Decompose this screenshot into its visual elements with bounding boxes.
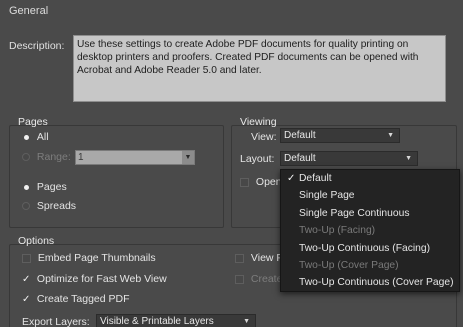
view-dropdown[interactable]: Default ▼ bbox=[280, 128, 400, 143]
radio-spreads-indicator bbox=[22, 202, 30, 211]
description-textarea[interactable]: Use these settings to create Adobe PDF d… bbox=[73, 35, 446, 102]
radio-all-label: All bbox=[36, 131, 49, 143]
view-pdf-checkbox[interactable]: View F bbox=[235, 252, 283, 264]
create-acrobat-box bbox=[235, 274, 244, 284]
radio-pages-indicator bbox=[23, 184, 29, 190]
menu-item-label: Single Page bbox=[299, 190, 355, 201]
open-checkbox-label: Open bbox=[255, 176, 282, 188]
radio-range-label: Range: bbox=[36, 151, 71, 163]
check-icon: ✓ bbox=[22, 294, 31, 305]
radio-pages-label: Pages bbox=[36, 181, 67, 193]
chevron-down-icon: ▼ bbox=[387, 132, 394, 139]
menu-item-two-up-continuous-cover-page[interactable]: Two-Up Continuous (Cover Page) bbox=[281, 274, 459, 292]
optimize-web-checkbox[interactable]: ✓ Optimize for Fast Web View bbox=[22, 273, 167, 285]
menu-item-label: Single Page Continuous bbox=[299, 207, 410, 219]
radio-all[interactable]: All bbox=[22, 131, 49, 143]
radio-range[interactable]: Range: bbox=[22, 151, 71, 163]
create-acrobat-label: Create bbox=[250, 273, 283, 285]
radio-range-indicator bbox=[22, 153, 30, 162]
menu-item-label: Two-Up (Cover Page) bbox=[299, 260, 399, 271]
export-layers-value: Visible & Printable Layers bbox=[100, 316, 214, 327]
menu-item-two-up-facing: Two-Up (Facing) bbox=[281, 222, 459, 240]
section-title-general: General bbox=[9, 5, 49, 17]
chevron-down-icon[interactable]: ▼ bbox=[182, 151, 194, 164]
check-icon: ✓ bbox=[287, 173, 296, 184]
create-tagged-checkbox[interactable]: ✓ Create Tagged PDF bbox=[22, 293, 130, 305]
embed-thumbnails-checkbox[interactable]: Embed Page Thumbnails bbox=[22, 252, 156, 264]
menu-item-two-up-continuous-facing[interactable]: Two-Up Continuous (Facing) bbox=[281, 240, 459, 258]
menu-item-single-page-continuous[interactable]: Single Page Continuous bbox=[281, 205, 459, 223]
radio-spreads-label: Spreads bbox=[36, 200, 77, 212]
radio-all-indicator bbox=[23, 134, 29, 140]
view-pdf-label: View F bbox=[250, 252, 283, 264]
chevron-down-icon: ▼ bbox=[243, 318, 250, 325]
menu-item-label: Two-Up Continuous (Cover Page) bbox=[299, 277, 454, 288]
check-icon: ✓ bbox=[22, 274, 31, 285]
optimize-web-label: Optimize for Fast Web View bbox=[36, 273, 167, 285]
menu-item-label: Two-Up Continuous (Facing) bbox=[299, 242, 431, 254]
menu-item-two-up-cover-page: Two-Up (Cover Page) bbox=[281, 257, 459, 275]
range-field[interactable]: 1 ▼ bbox=[75, 150, 195, 165]
menu-item-label: Two-Up (Facing) bbox=[299, 225, 376, 236]
export-layers-dropdown[interactable]: Visible & Printable Layers ▼ bbox=[96, 314, 256, 327]
radio-pages[interactable]: Pages bbox=[22, 181, 67, 193]
open-checkbox-box bbox=[240, 177, 249, 187]
description-label: Description: bbox=[9, 40, 65, 52]
options-group-title: Options bbox=[18, 235, 55, 247]
range-field-value: 1 bbox=[78, 152, 84, 163]
layout-dropdown-value: Default bbox=[284, 153, 316, 164]
chevron-down-icon: ▼ bbox=[405, 155, 412, 162]
view-pdf-box bbox=[235, 253, 244, 263]
layout-menu: ✓ Default Single Page Single Page Contin… bbox=[280, 169, 460, 292]
open-checkbox[interactable]: Open bbox=[240, 176, 282, 188]
embed-thumbnails-label: Embed Page Thumbnails bbox=[37, 252, 156, 264]
embed-thumbnails-box bbox=[22, 253, 31, 263]
layout-label: Layout: bbox=[240, 153, 275, 165]
create-acrobat-checkbox[interactable]: Create bbox=[235, 273, 282, 285]
pages-group-title: Pages bbox=[18, 116, 48, 128]
menu-item-single-page[interactable]: Single Page bbox=[281, 187, 459, 205]
export-layers-label: Export Layers: bbox=[22, 316, 90, 327]
menu-item-label: Default bbox=[299, 173, 332, 184]
create-tagged-label: Create Tagged PDF bbox=[36, 293, 130, 305]
radio-spreads[interactable]: Spreads bbox=[22, 200, 76, 212]
viewing-group-title: Viewing bbox=[240, 116, 277, 128]
view-label: View: bbox=[251, 131, 277, 143]
layout-dropdown[interactable]: Default ▼ bbox=[280, 151, 418, 166]
view-dropdown-value: Default bbox=[284, 130, 316, 141]
menu-item-default[interactable]: ✓ Default bbox=[281, 170, 459, 188]
